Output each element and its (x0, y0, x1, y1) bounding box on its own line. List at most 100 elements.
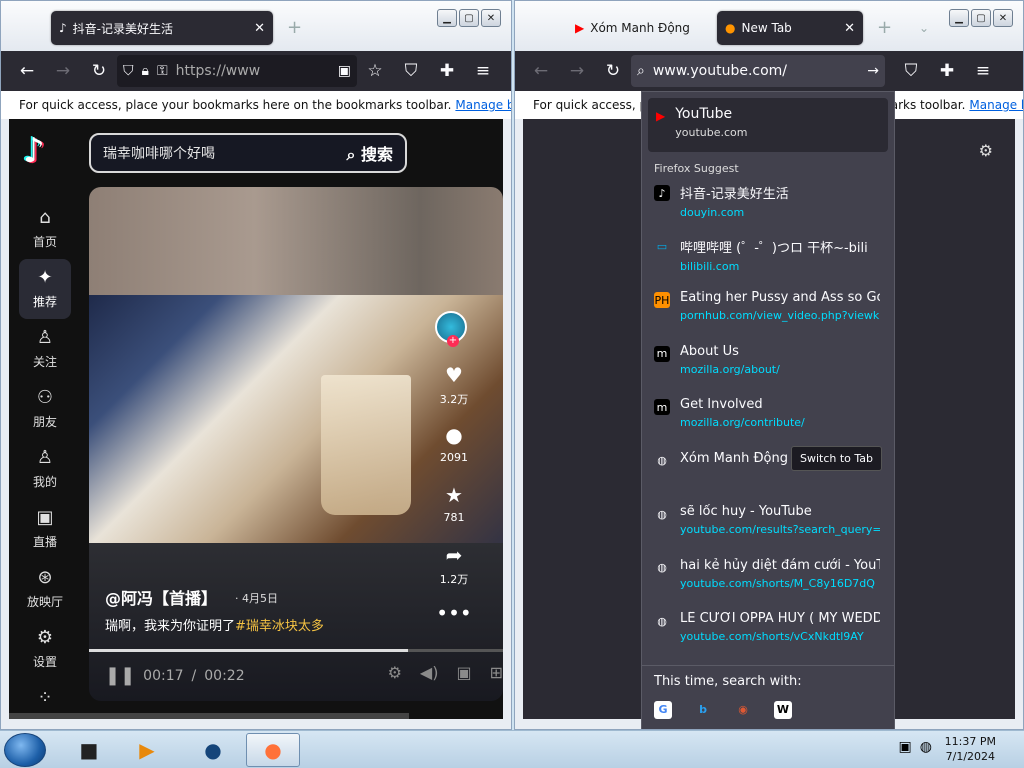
minimize-icon[interactable]: ▁ (949, 9, 969, 27)
google-icon[interactable]: G (654, 700, 672, 719)
fullscreen-icon[interactable]: ⊞ (490, 663, 503, 682)
new-tab-icon[interactable]: + (287, 17, 302, 38)
suggestion-row[interactable]: ◍ hai kẻ hủy diệt đám cưới - YouTu youtube… (642, 552, 894, 606)
close-window-icon[interactable]: ✕ (481, 9, 501, 27)
sidebar-item[interactable]: ▣ 直播 (19, 499, 71, 559)
forward-icon[interactable]: → (45, 55, 81, 87)
tab-youtube[interactable]: ▶ Xóm Manh Động (567, 11, 715, 45)
more-button[interactable]: ••• (429, 601, 479, 629)
search-value[interactable]: 瑞幸咖啡哪个好喝 (103, 143, 215, 163)
suggestion-url: youtube.com/shorts/M_C8y16D7dQ (680, 576, 875, 590)
suggestion-row[interactable]: ▭ 哔哩哔哩 (゜-゜)つロ 干杯~-bili bilibili.com (642, 231, 894, 285)
wikipedia-icon[interactable]: W (774, 700, 792, 719)
video-author[interactable]: @阿冯【首播】 (105, 585, 217, 609)
tab-new-tab[interactable]: ● New Tab ✕ (717, 11, 863, 45)
suggestion-title: 哔哩哔哩 (゜-゜)つロ 干杯~-bili (680, 240, 868, 256)
manage-bookmarks-link[interactable]: Manage bookmarks (969, 98, 1023, 112)
pip-icon[interactable]: ▣ (456, 663, 471, 682)
top-suggestion-youtube[interactable]: ▶ YouTube youtube.com (648, 98, 888, 152)
settings-gear-icon[interactable]: ⚙ (388, 663, 402, 682)
tray-display-icon[interactable]: ▣ (899, 739, 912, 755)
sidebar-item[interactable]: ♙ 关注 (19, 319, 71, 379)
favorite-button[interactable]: ★ 781 (429, 483, 479, 524)
suggestion-row[interactable]: PH Eating her Pussy and Ass so Goo pornhub… (642, 284, 894, 338)
newtab-settings-gear-icon[interactable]: ⚙ (979, 141, 993, 160)
reload-icon[interactable]: ↻ (595, 55, 631, 87)
close-window-icon[interactable]: ✕ (993, 9, 1013, 27)
extensions-icon[interactable]: ✚ (929, 55, 965, 87)
tab-douyin[interactable]: ♪ 抖音-记录美好生活 ✕ (51, 11, 273, 45)
reader-view-icon[interactable]: ▣ (338, 63, 351, 79)
sidebar-item[interactable]: ⚇ 朋友 (19, 379, 71, 439)
extensions-icon[interactable]: ✚ (429, 55, 465, 87)
permissions-icon[interactable]: ⚿ (157, 63, 168, 79)
author-avatar[interactable] (435, 311, 467, 347)
volume-icon[interactable]: ◀) (420, 663, 439, 682)
share-button[interactable]: ➦ 1.2万 (429, 543, 479, 587)
sidebar-item[interactable]: ✦ 推荐 (19, 259, 71, 319)
start-button[interactable] (4, 733, 46, 767)
douyin-page: ♪ 瑞幸咖啡哪个好喝 ⌕ 搜索 ⌂ 首页 ✦ 推荐 ♙ 关注 ⚇ 朋友 ♙ 我的 ▣ 直播 ⊛ 放映厅 ⚙ 设… (9, 119, 503, 719)
switch-to-tab-button[interactable]: Switch to Tab (790, 446, 882, 471)
manage-bookmarks-link[interactable]: Manage bookmarks (455, 98, 511, 112)
pause-icon[interactable]: ❚❚ (105, 665, 135, 686)
horizontal-scrollbar[interactable] (9, 713, 409, 719)
douyin-favicon-icon: ♪ (59, 21, 67, 35)
settings-icon: ⚙ (36, 627, 54, 648)
caption-hashtag[interactable]: #瑞幸冰块太多 (235, 619, 324, 634)
maximize-icon[interactable]: ▢ (459, 9, 479, 27)
new-tab-icon[interactable]: + (877, 17, 892, 38)
suggestion-row[interactable]: ◍ sẽ lốc huy - YouTube youtube.com/results… (642, 498, 894, 552)
like-button[interactable]: ♥ 3.2万 (429, 363, 479, 407)
maximize-icon[interactable]: ▢ (971, 9, 991, 27)
menu-icon[interactable]: ≡ (465, 55, 501, 87)
suggestion-row[interactable]: ◍ LỄ CƯỚI OPPA HUY ( MY WEDD youtube.com/s… (642, 605, 894, 659)
douyin-search-input[interactable]: 瑞幸咖啡哪个好喝 ⌕ 搜索 (89, 133, 407, 173)
suggestion-row[interactable]: m About Us mozilla.org/about/ (642, 338, 894, 392)
sidebar-item[interactable]: ⊛ 放映厅 (19, 559, 71, 619)
url-input[interactable]: www.youtube.com/ (653, 63, 787, 79)
url-bar[interactable]: ⛉ 🔒︎ ⚿ https://www ▣ (117, 55, 357, 87)
clock-time: 11:37 PM (944, 735, 996, 748)
forward-icon[interactable]: → (559, 55, 595, 87)
search-button[interactable]: ⌕ 搜索 (346, 141, 393, 165)
pocket-icon[interactable]: ⛉ (393, 55, 429, 87)
close-tab-icon[interactable]: ✕ (254, 21, 265, 36)
tab-strip: ♪ 抖音-记录美好生活 ✕ + ▁ ▢ ✕ (1, 1, 511, 51)
go-arrow-icon[interactable]: → (867, 63, 879, 79)
reload-icon[interactable]: ↻ (81, 55, 117, 87)
url-text[interactable]: https://www (176, 63, 261, 79)
taskbar-firefox-icon[interactable]: ● (246, 733, 300, 767)
pocket-icon[interactable]: ⛉ (893, 55, 929, 87)
taskbar-network-icon[interactable]: ● (186, 733, 240, 767)
business-icon: ⁘ (37, 687, 53, 708)
video-caption: 瑞啊，我来为你证明了#瑞幸冰块太多 (105, 615, 324, 634)
home-icon: ⌂ (39, 207, 51, 228)
menu-icon[interactable]: ≡ (965, 55, 1001, 87)
bookmark-star-icon[interactable]: ☆ (357, 55, 393, 87)
sidebar-item[interactable]: ⚙ 设置 (19, 619, 71, 679)
video-player[interactable]: ♥ 3.2万 ● 2091 ★ 781 ➦ 1.2万 ••• @阿冯【首播】 · 4月5… (89, 187, 503, 701)
tray-network-icon[interactable]: ◍ (920, 739, 932, 755)
shield-icon[interactable]: ⛉ (123, 63, 134, 79)
sidebar-item[interactable]: ♙ 我的 (19, 439, 71, 499)
clock[interactable]: 11:37 PM 7/1/2024 (945, 734, 996, 764)
back-icon[interactable]: ← (523, 55, 559, 87)
bookmarks-toolbar: For quick access, place your bookmarks h… (1, 91, 511, 119)
tab-list-icon[interactable]: ⌄ (919, 21, 929, 35)
minimize-icon[interactable]: ▁ (437, 9, 457, 27)
taskbar-terminal-icon[interactable]: ■ (62, 733, 116, 767)
comment-button[interactable]: ● 2091 (429, 423, 479, 464)
douyin-logo-icon[interactable]: ♪ (23, 131, 63, 171)
video-progress-bar[interactable] (89, 649, 503, 652)
duckduckgo-icon[interactable]: ◉ (734, 701, 752, 719)
suggestion-row[interactable]: ♪ 抖音-记录美好生活 douyin.com (642, 177, 894, 231)
url-bar-focused[interactable]: ⌕ www.youtube.com/ → (631, 55, 885, 87)
bing-icon[interactable]: b (694, 701, 712, 719)
lock-icon[interactable]: 🔒︎ (142, 63, 149, 79)
suggestion-row[interactable]: m Get Involved mozilla.org/contribute/ (642, 391, 894, 445)
close-tab-icon[interactable]: ✕ (844, 21, 855, 36)
sidebar-item[interactable]: ⌂ 首页 (19, 199, 71, 259)
taskbar-media-player-icon[interactable]: ▶ (120, 733, 174, 767)
back-icon[interactable]: ← (9, 55, 45, 87)
